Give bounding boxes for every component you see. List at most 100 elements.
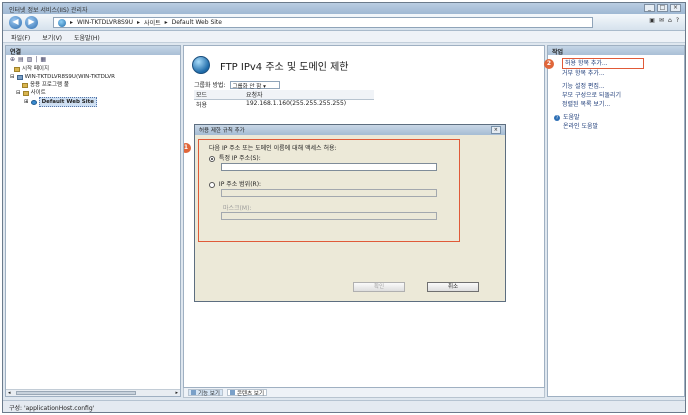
tree-node-sites[interactable]: ⊟ 사이트 bbox=[10, 89, 176, 97]
breadcrumb-separator: ▸ bbox=[164, 19, 168, 26]
menu-bar: 파일(F) 보기(V) 도움말(H) bbox=[3, 31, 685, 43]
ip-range-label: IP 주소 범위(R): bbox=[218, 181, 262, 188]
connections-tree: 시작 페이지 ⊟ WIN-TKTDLVR8S9U(WIN-TKTDLVR 응용 … bbox=[6, 64, 180, 108]
ip-range-radio[interactable] bbox=[209, 181, 215, 188]
breadcrumb-separator: ▸ bbox=[137, 19, 141, 26]
ip-range-option[interactable]: IP 주소 범위(R): bbox=[209, 179, 261, 188]
horizontal-scrollbar[interactable]: ◂ ▸ bbox=[6, 389, 180, 396]
group-by-select[interactable]: 그룹화 안 함 ▾ bbox=[229, 80, 280, 90]
tab-features-view[interactable]: 기능 보기 bbox=[188, 389, 223, 397]
column-requestor[interactable]: 요청자 bbox=[244, 90, 374, 99]
mask-label: 마스크(M): bbox=[223, 205, 252, 212]
edit-feature-settings-link[interactable]: 기능 설정 편집... bbox=[554, 82, 678, 91]
scroll-right-icon[interactable]: ▸ bbox=[175, 390, 178, 396]
folder-icon bbox=[22, 90, 29, 96]
help-circle-icon: ? bbox=[554, 114, 560, 121]
tab-content-view[interactable]: 콘텐츠 보기 bbox=[227, 389, 268, 397]
menu-help[interactable]: 도움말(H) bbox=[74, 33, 100, 42]
table-row[interactable]: 허용 192.168.1.160(255.255.255.255) bbox=[194, 100, 374, 109]
actions-pane: 작업 2 허용 항목 추가... 거부 항목 추가... 기능 설정 편집...… bbox=[544, 45, 685, 397]
start-page-icon bbox=[14, 66, 20, 72]
back-arrow-icon[interactable]: ◀ bbox=[9, 16, 22, 29]
ip-range-input[interactable] bbox=[221, 189, 437, 197]
chevron-down-icon: ▾ bbox=[263, 83, 266, 90]
address-bar: ◀ ▶ ▸ WIN-TKTDLVR8S9U ▸ 사이트 ▸ Default We… bbox=[3, 14, 685, 31]
mail-icon[interactable]: ✉ bbox=[659, 17, 664, 24]
column-mode[interactable]: 모드 bbox=[194, 90, 244, 99]
tree-node-start-page[interactable]: 시작 페이지 bbox=[10, 65, 176, 73]
window-controls: _ □ × bbox=[644, 4, 681, 12]
dialog-title: 허용 제한 규칙 추가 bbox=[199, 128, 245, 134]
ftp-globe-icon bbox=[192, 56, 210, 74]
collapse-icon[interactable]: ⊟ bbox=[10, 73, 15, 81]
step-badge-1: 1 bbox=[184, 143, 191, 153]
revert-to-parent-link[interactable]: 부모 구성으로 되돌리기 bbox=[554, 91, 678, 100]
refresh-icon[interactable]: ▨ bbox=[27, 56, 33, 63]
tree-node-server[interactable]: ⊟ WIN-TKTDLVR8S9U(WIN-TKTDLVR bbox=[10, 73, 176, 81]
group-by-row: 그룹화 방법: 그룹화 안 함 ▾ bbox=[194, 80, 280, 90]
group-by-value: 그룹화 안 함 bbox=[232, 83, 262, 90]
tree-node-app-pools[interactable]: 응용 프로그램 풀 bbox=[10, 81, 176, 89]
help-row[interactable]: ? 도움말 bbox=[554, 113, 678, 122]
mask-input[interactable] bbox=[221, 212, 437, 220]
close-button[interactable]: × bbox=[670, 4, 681, 12]
add-deny-entry-link[interactable]: 거부 항목 추가... bbox=[554, 69, 678, 78]
forward-arrow-icon[interactable]: ▶ bbox=[25, 16, 38, 29]
specific-ip-input[interactable] bbox=[221, 163, 437, 171]
view-ordered-list-link[interactable]: 정렬된 목록 보기... bbox=[554, 100, 678, 109]
tree-node-default-site[interactable]: ⊞ Default Web Site bbox=[10, 97, 176, 107]
connect-icon[interactable]: ⊕ bbox=[10, 56, 15, 63]
toolbar-icon[interactable]: ▣ bbox=[649, 17, 655, 24]
view-icon[interactable]: ▦ bbox=[40, 56, 46, 63]
specific-ip-label: 특정 IP 주소(S): bbox=[218, 155, 261, 162]
connections-pane: 연결 ⊕ ▤ ▨ | ▦ 시작 페이지 ⊟ WIN-TKTDLVR8S9U(WI… bbox=[5, 45, 181, 397]
address-tools: ▣ ✉ ⌂ ? bbox=[649, 17, 679, 24]
table-header: 모드 요청자 bbox=[194, 90, 374, 100]
content-view-icon bbox=[230, 390, 235, 395]
actions-header: 작업 bbox=[548, 46, 684, 56]
toolbar-separator: | bbox=[35, 56, 38, 63]
add-allow-entry-link[interactable]: 허용 항목 추가... bbox=[562, 58, 644, 69]
tree-label: 응용 프로그램 풀 bbox=[30, 82, 69, 88]
scroll-thumb[interactable] bbox=[16, 391, 136, 395]
breadcrumb-separator: ▸ bbox=[70, 19, 74, 26]
allow-access-label: 다음 IP 주소 또는 도메인 이름에 대해 액세스 허용: bbox=[209, 145, 337, 152]
collapse-icon[interactable]: ⊟ bbox=[16, 89, 21, 97]
expand-icon[interactable]: ⊞ bbox=[24, 98, 29, 106]
dialog-title-bar: 허용 제한 규칙 추가 × bbox=[195, 125, 505, 135]
minimize-button[interactable]: _ bbox=[644, 4, 655, 12]
help-link[interactable]: 도움말 bbox=[563, 113, 580, 122]
cancel-button[interactable]: 취소 bbox=[427, 282, 479, 292]
breadcrumb[interactable]: ▸ WIN-TKTDLVR8S9U ▸ 사이트 ▸ Default Web Si… bbox=[53, 17, 593, 28]
breadcrumb-server[interactable]: WIN-TKTDLVR8S9U bbox=[77, 19, 133, 26]
actions-list: 2 허용 항목 추가... 거부 항목 추가... 기능 설정 편집... 부모… bbox=[544, 55, 684, 134]
scroll-left-icon[interactable]: ◂ bbox=[8, 390, 11, 396]
save-icon[interactable]: ▤ bbox=[18, 56, 24, 63]
server-icon bbox=[16, 74, 23, 80]
globe-icon bbox=[30, 99, 37, 105]
tab-label: 기능 보기 bbox=[198, 390, 220, 397]
specific-ip-option[interactable]: 특정 IP 주소(S): bbox=[209, 153, 261, 162]
breadcrumb-site[interactable]: Default Web Site bbox=[172, 19, 222, 26]
app-pool-icon bbox=[22, 82, 28, 88]
tree-label: Default Web Site bbox=[38, 97, 98, 107]
ok-button[interactable]: 확인 bbox=[353, 282, 405, 292]
menu-file[interactable]: 파일(F) bbox=[11, 33, 30, 42]
window-title: 인터넷 정보 서비스(IIS) 관리자 bbox=[9, 7, 88, 14]
dialog-close-button[interactable]: × bbox=[490, 126, 501, 134]
home-icon[interactable]: ⌂ bbox=[668, 17, 672, 24]
menu-view[interactable]: 보기(V) bbox=[42, 33, 62, 42]
online-help-link[interactable]: 온라인 도움말 bbox=[554, 122, 678, 131]
specific-ip-radio[interactable] bbox=[209, 155, 215, 162]
help-icon[interactable]: ? bbox=[676, 17, 679, 24]
iis-manager-window: 인터넷 정보 서비스(IIS) 관리자 _ □ × ◀ ▶ ▸ WIN-TKTD… bbox=[2, 2, 686, 413]
connections-header: 연결 bbox=[6, 46, 180, 56]
breadcrumb-sites[interactable]: 사이트 bbox=[144, 18, 161, 27]
dialog-body: 1 다음 IP 주소 또는 도메인 이름에 대해 액세스 허용: 특정 IP 주… bbox=[184, 135, 505, 301]
maximize-button[interactable]: □ bbox=[657, 4, 668, 12]
tree-label: 시작 페이지 bbox=[22, 66, 50, 72]
status-text: 구성: 'applicationHost.config' bbox=[9, 405, 95, 412]
step-badge-2: 2 bbox=[544, 59, 554, 69]
features-view-icon bbox=[191, 390, 196, 395]
feature-pane: FTP IPv4 주소 및 도메인 제한 그룹화 방법: 그룹화 안 함 ▾ 모… bbox=[183, 45, 545, 388]
